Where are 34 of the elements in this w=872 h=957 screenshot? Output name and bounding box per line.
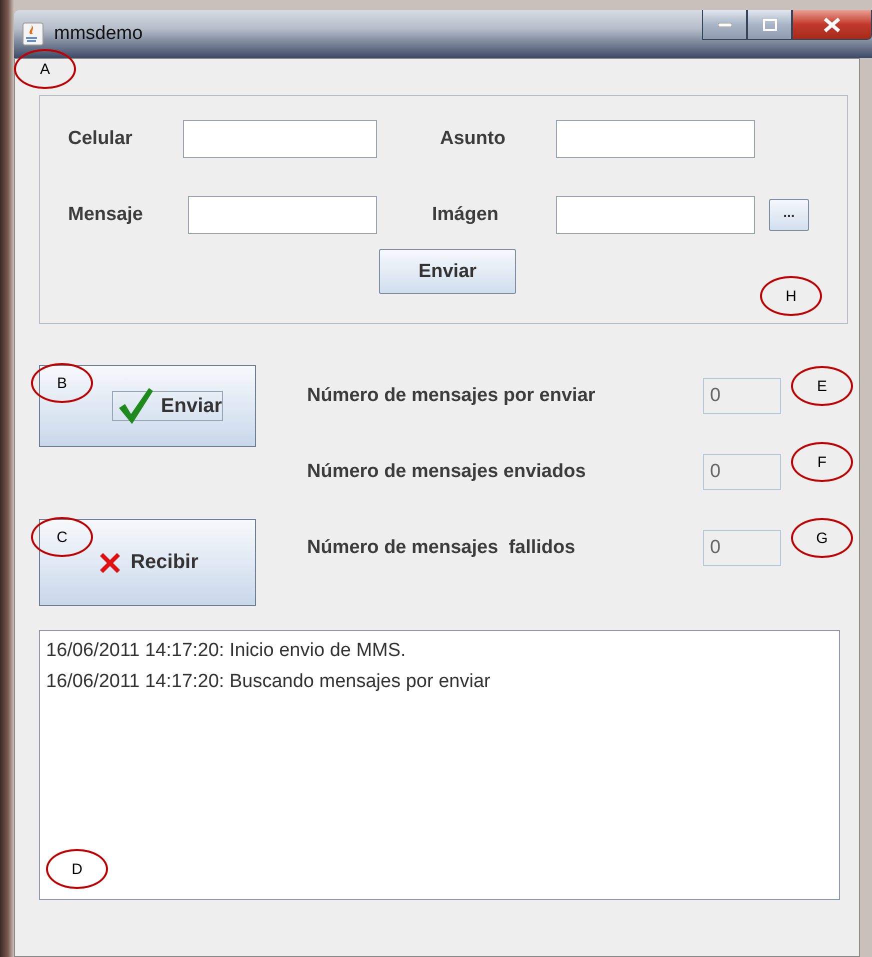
input-field[interactable] (556, 120, 755, 158)
counter-field: 0 (703, 454, 781, 490)
maximize-icon (762, 18, 776, 30)
java-icon (22, 22, 44, 46)
input-field[interactable] (183, 120, 377, 158)
annotation-marker: B (31, 363, 93, 403)
log-line: 16/06/2011 14:17:20: Inicio envio de MMS. (46, 639, 407, 663)
field-label: Asunto (440, 128, 506, 150)
minimize-icon (718, 22, 732, 26)
annotation-marker: C (31, 517, 93, 557)
log-line: 16/06/2011 14:17:20: Buscando mensajes por enviar (46, 670, 492, 694)
input-field[interactable] (188, 196, 377, 234)
annotation-marker: D (46, 849, 108, 889)
counter-label: Número de mensajes enviados (307, 461, 587, 483)
window-title: mmsdemo (54, 23, 143, 45)
browse-button[interactable]: ... (769, 199, 809, 231)
close-button[interactable] (792, 10, 872, 40)
counter-label: Número de mensajes fallidos (307, 537, 576, 559)
maximize-button[interactable] (747, 10, 792, 40)
annotation-marker: G (791, 518, 853, 558)
close-icon (823, 16, 841, 32)
field-label: Imágen (432, 204, 500, 226)
minimize-button[interactable] (702, 10, 747, 40)
annotation-marker: F (791, 442, 853, 482)
field-label: Celular (68, 128, 134, 150)
counter-field: 0 (703, 378, 781, 414)
annotation-marker: A (14, 49, 76, 89)
counter-label: Número de mensajes por enviar (307, 385, 596, 407)
annotation-marker: E (791, 366, 853, 406)
counter-field: 0 (703, 530, 781, 566)
input-field[interactable] (556, 196, 755, 234)
send-button[interactable]: Enviar (379, 249, 516, 294)
field-label: Mensaje (68, 204, 144, 226)
annotation-marker: H (760, 276, 822, 316)
